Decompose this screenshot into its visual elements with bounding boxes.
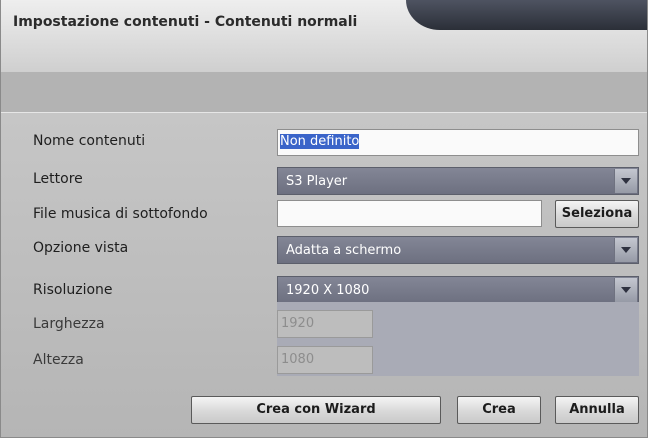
title-bar-decoration	[406, 0, 647, 30]
view-option-label: Opzione vista	[33, 240, 129, 256]
select-file-button[interactable]: Seleziona	[555, 200, 639, 228]
create-button[interactable]: Crea	[457, 396, 541, 424]
width-label: Larghezza	[33, 316, 105, 332]
width-input: 1920	[277, 310, 373, 338]
resolution-label: Risoluzione	[33, 282, 113, 298]
view-option-select[interactable]: Adatta a schermo	[277, 236, 639, 264]
cancel-button[interactable]: Annulla	[555, 396, 639, 424]
chevron-down-icon[interactable]	[614, 278, 637, 302]
player-select-value: S3 Player	[286, 174, 348, 189]
height-label: Altezza	[33, 352, 84, 368]
title-bar: Impostazione contenuti - Contenuti norma…	[1, 0, 647, 72]
content-settings-dialog: Impostazione contenuti - Contenuti norma…	[0, 0, 648, 438]
content-name-input[interactable]: Non definito	[277, 129, 639, 156]
player-select[interactable]: S3 Player	[277, 167, 639, 195]
resolution-value: 1920 X 1080	[286, 283, 370, 298]
form-area	[1, 113, 647, 437]
content-name-value: Non definito	[280, 134, 360, 149]
chevron-down-icon[interactable]	[614, 169, 637, 193]
dialog-title: Impostazione contenuti - Contenuti norma…	[13, 14, 358, 30]
content-name-label: Nome contenuti	[33, 133, 146, 149]
height-input: 1080	[277, 346, 373, 374]
view-option-value: Adatta a schermo	[286, 243, 402, 258]
player-label: Lettore	[33, 171, 83, 187]
background-music-input[interactable]	[277, 200, 542, 227]
create-with-wizard-button[interactable]: Crea con Wizard	[191, 396, 441, 424]
chevron-down-icon[interactable]	[614, 238, 637, 262]
resolution-select[interactable]: 1920 X 1080	[277, 276, 639, 304]
background-music-label: File musica di sottofondo	[33, 206, 208, 222]
